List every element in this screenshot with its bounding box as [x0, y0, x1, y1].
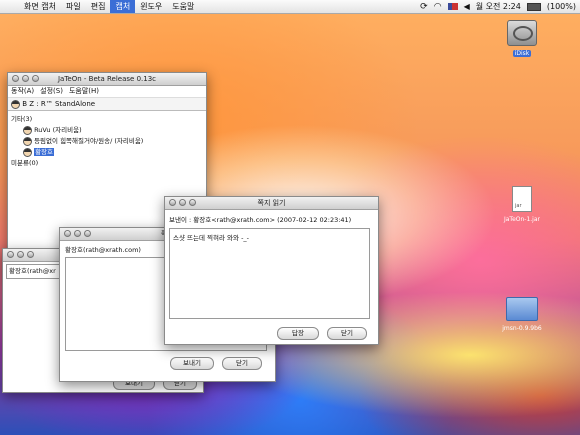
desktop-icon-label: iDisk: [512, 50, 532, 57]
menu-capture[interactable]: 캡처: [110, 0, 136, 13]
battery-icon[interactable]: [526, 2, 541, 11]
menu-screen-capture[interactable]: 화면 캡처: [19, 0, 61, 13]
idisk-icon[interactable]: iDisk: [494, 20, 550, 57]
window-title: JaTeOn - Beta Release 0.13c: [57, 75, 157, 83]
jmsn-folder-icon[interactable]: jmsn-0.9.9b6: [494, 297, 550, 332]
menu-help[interactable]: 도움말: [167, 0, 199, 13]
close-button[interactable]: 닫기: [222, 357, 262, 370]
buddy-avatar-icon: [23, 125, 32, 135]
user-avatar-icon[interactable]: [11, 99, 20, 109]
message-text: 스샷 뜨는데 찍혀라 와와 -_-: [173, 234, 250, 242]
zoom-icon[interactable]: [27, 251, 34, 258]
menu-window[interactable]: 윈도우: [135, 0, 167, 13]
close-button[interactable]: 닫기: [327, 327, 367, 340]
folder-icon: [506, 297, 538, 321]
group-label-unsorted[interactable]: 미분류(0): [11, 158, 206, 169]
message-body[interactable]: 스샷 뜨는데 찍혀라 와와 -_-: [169, 228, 370, 319]
minimize-icon[interactable]: [17, 251, 24, 258]
document-icon: [512, 186, 532, 212]
title-bar[interactable]: JaTeOn - Beta Release 0.13c: [8, 73, 206, 86]
menu-settings[interactable]: 설정(S): [40, 86, 63, 97]
sync-icon[interactable]: ⟳: [420, 2, 428, 12]
main-menu-row: 동작(A) 설정(S) 도움말(H): [8, 86, 206, 98]
buddy-name: 등림없이 힘쪽해질거야/원송/ (자리비움): [34, 137, 144, 145]
desktop-background: 화면 캡처 파일 편집 캡처 윈도우 도움말 ⟳ ◠ ◀ 월 오전 2:24 (…: [0, 0, 580, 435]
flag-icon[interactable]: [447, 3, 458, 10]
status-text[interactable]: B Z : R™ StandAlone: [22, 100, 95, 108]
title-bar[interactable]: 쪽지 읽기: [165, 197, 378, 210]
read-message-window: 쪽지 읽기 보낸이 : 황장호<rath@xrath.com> (2007-02…: [164, 196, 379, 345]
volume-icon[interactable]: ◀: [464, 2, 470, 11]
clock[interactable]: 월 오전 2:24: [476, 1, 521, 12]
menu-bar: 화면 캡처 파일 편집 캡처 윈도우 도움말 ⟳ ◠ ◀ 월 오전 2:24 (…: [0, 0, 580, 14]
desktop-icon-label: JaTeOn-1.jar: [503, 216, 540, 223]
buddy-item-selected[interactable]: 황장호: [11, 147, 206, 158]
window-title: 쪽지 읽기: [257, 199, 286, 207]
status-row: B Z : R™ StandAlone: [8, 98, 206, 111]
send-button[interactable]: 보내기: [170, 357, 214, 370]
buddy-avatar-icon: [23, 136, 32, 146]
buddy-avatar-icon: [23, 147, 32, 157]
buddy-item[interactable]: 등림없이 힘쪽해질거야/원송/ (자리비움): [11, 136, 206, 147]
menu-edit[interactable]: 편집: [86, 0, 111, 13]
buddy-name: 황장호: [34, 148, 55, 156]
battery-percent[interactable]: (100%): [547, 2, 576, 11]
desktop-icon-label: jmsn-0.9.9b6: [502, 325, 542, 332]
buddy-name: RuVu (자리비움): [34, 126, 82, 134]
group-label-other[interactable]: 기타(3): [11, 114, 206, 125]
recipient-label: 황장호(rath@xrath.com): [65, 246, 141, 254]
menu-action[interactable]: 동작(A): [11, 86, 34, 97]
buddy-item[interactable]: RuVu (자리비움): [11, 125, 206, 136]
menu-help-main[interactable]: 도움말(H): [69, 86, 99, 97]
buddy-list: 기타(3) RuVu (자리비움) 등림없이 힘쪽해질거야/원송/ (자리비움)…: [8, 111, 206, 169]
sender-line: 보낸이 : 황장호<rath@xrath.com> (2007-02-12 02…: [169, 216, 352, 224]
airport-icon[interactable]: ◠: [434, 2, 442, 12]
reply-button[interactable]: 답장: [277, 327, 319, 340]
close-icon[interactable]: [7, 251, 14, 258]
recipient-text: 황장호(rath@xr: [9, 267, 56, 275]
jar-file-icon[interactable]: JaTeOn-1.jar: [494, 186, 550, 223]
window-controls: [7, 251, 34, 258]
hard-drive-icon: [507, 20, 537, 46]
menu-file[interactable]: 파일: [61, 0, 86, 13]
